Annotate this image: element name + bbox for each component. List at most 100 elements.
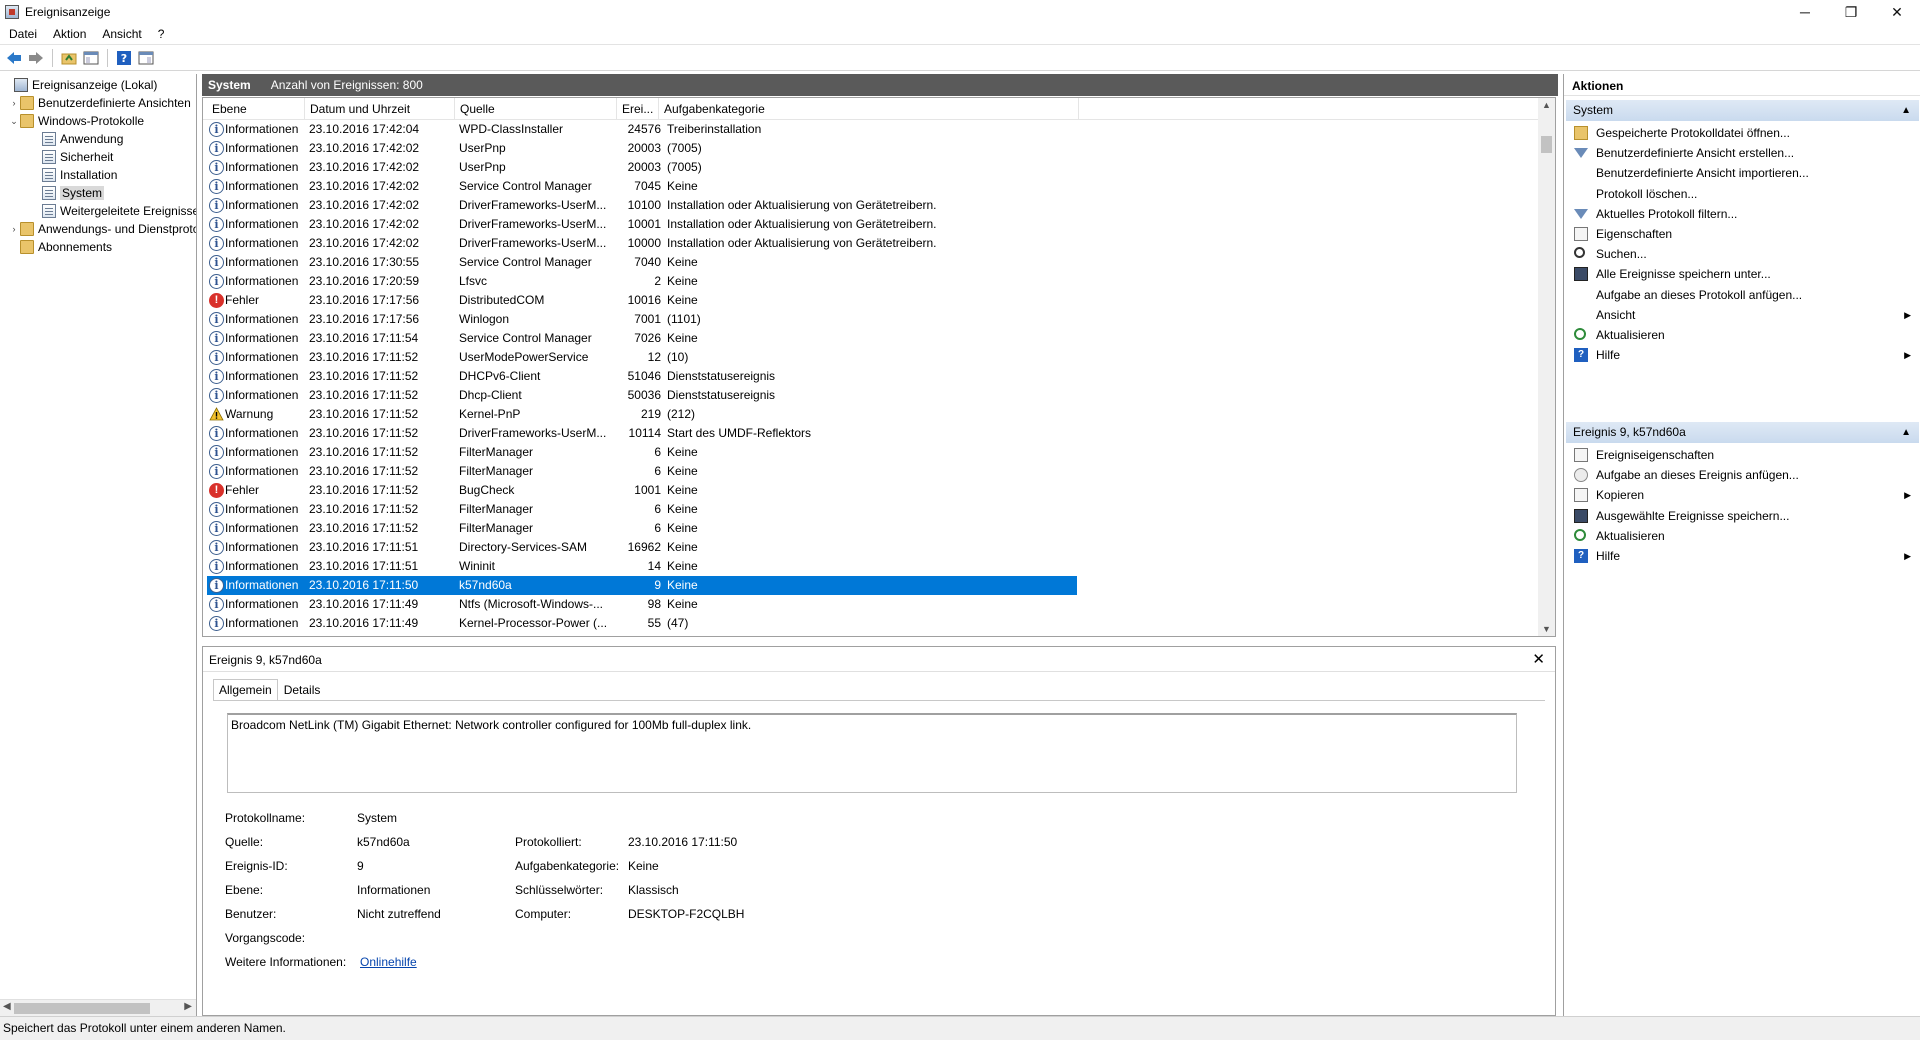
tree-item-setup[interactable]: Installation — [30, 166, 117, 184]
collapse-arrow-icon[interactable]: ▲ — [1901, 422, 1911, 443]
event-row[interactable]: i Informationen 23.10.2016 17:11:52 Dhcp-Cl… — [207, 386, 1077, 405]
collapse-arrow-icon[interactable]: ▲ — [1901, 100, 1911, 121]
cell-level: Informationen — [225, 236, 299, 250]
chevron-down-icon[interactable]: ⌄ — [8, 116, 20, 127]
scroll-down-arrow-icon[interactable]: ▼ — [1542, 624, 1551, 634]
action-item[interactable]: Ereigniseigenschaften — [1566, 445, 1919, 465]
action-item[interactable]: Kopieren ▶ — [1566, 485, 1919, 505]
event-row[interactable]: i Informationen 23.10.2016 17:11:51 Directo… — [207, 538, 1077, 557]
scrollbar-thumb[interactable] — [1541, 136, 1552, 153]
column-header-date[interactable]: Datum und Uhrzeit — [305, 98, 455, 120]
event-row[interactable]: i Informationen 23.10.2016 17:17:56 Winlogo… — [207, 310, 1077, 329]
event-row[interactable]: i Informationen 23.10.2016 17:42:02 UserPnp… — [207, 139, 1077, 158]
action-item[interactable]: Benutzerdefinierte Ansicht importieren..… — [1566, 163, 1919, 183]
actions-section-system[interactable]: System ▲ — [1566, 100, 1919, 121]
back-arrow-icon[interactable] — [4, 48, 24, 68]
column-header-event-id[interactable]: Erei... — [617, 98, 659, 120]
show-hide-console-tree-icon[interactable] — [81, 48, 101, 68]
tree-item-subscriptions[interactable]: Abonnements — [8, 238, 112, 256]
action-item[interactable]: ? Hilfe ▶ — [1566, 546, 1919, 566]
event-row[interactable]: i Informationen 23.10.2016 17:42:02 DriverF… — [207, 196, 1077, 215]
action-item[interactable]: Protokoll löschen... — [1566, 184, 1919, 204]
cell-date: 23.10.2016 17:20:59 — [309, 274, 420, 288]
warning-icon — [209, 407, 224, 422]
minimize-button[interactable]: ─ — [1782, 0, 1828, 24]
action-item[interactable]: Eigenschaften — [1566, 224, 1919, 244]
event-row[interactable]: i Informationen 23.10.2016 17:11:52 FilterM… — [207, 462, 1077, 481]
event-row[interactable]: i Informationen 23.10.2016 17:11:52 FilterM… — [207, 519, 1077, 538]
tree-item-windows-logs[interactable]: ⌄ Windows-Protokolle — [8, 112, 144, 130]
event-row[interactable]: ! Fehler 23.10.2016 17:17:56 DistributedCOM… — [207, 291, 1077, 310]
cell-event-id: 6 — [654, 502, 661, 516]
cell-task-category: Installation oder Aktualisierung von Ger… — [667, 236, 937, 250]
event-row[interactable]: Warnung 23.10.2016 17:11:52 Kernel-PnP 219 (… — [207, 405, 1077, 424]
event-row[interactable]: i Informationen 23.10.2016 17:11:52 UserMod… — [207, 348, 1077, 367]
event-row[interactable]: ! Fehler 23.10.2016 17:11:52 BugCheck 1001 Ke… — [207, 481, 1077, 500]
online-help-link[interactable]: Onlinehilfe — [360, 955, 417, 969]
tab-details[interactable]: Details — [278, 679, 327, 701]
tree-item-application[interactable]: Anwendung — [30, 130, 123, 148]
menu-ansicht[interactable]: Ansicht — [93, 27, 148, 41]
close-icon[interactable]: ✕ — [1532, 650, 1545, 668]
event-row[interactable]: i Informationen 23.10.2016 17:30:55 Service… — [207, 253, 1077, 272]
action-item[interactable]: Ausgewählte Ereignisse speichern... — [1566, 506, 1919, 526]
scroll-left-arrow-icon[interactable]: ◀ — [3, 1001, 11, 1012]
action-item[interactable]: Aktualisieren — [1566, 325, 1919, 345]
column-header-task-category[interactable]: Aufgabenkategorie — [659, 98, 1079, 120]
action-item[interactable]: Aktualisieren — [1566, 526, 1919, 546]
up-folder-icon[interactable] — [59, 48, 79, 68]
chevron-right-icon[interactable]: › — [8, 224, 20, 234]
action-item[interactable]: Benutzerdefinierte Ansicht erstellen... — [1566, 143, 1919, 163]
menu-help[interactable]: ? — [149, 27, 172, 41]
close-button[interactable]: ✕ — [1874, 0, 1920, 24]
action-item[interactable]: Ansicht ▶ — [1566, 305, 1919, 325]
tree-item-root[interactable]: Ereignisanzeige (Lokal) — [2, 76, 157, 94]
event-row[interactable]: i Informationen 23.10.2016 17:11:52 DriverF… — [207, 424, 1077, 443]
chevron-right-icon[interactable]: › — [8, 98, 20, 108]
help-icon[interactable]: ? — [114, 48, 134, 68]
menu-datei[interactable]: Datei — [0, 27, 44, 41]
action-item[interactable]: Aufgabe an dieses Ereignis anfügen... — [1566, 465, 1919, 485]
event-row[interactable]: i Informationen 23.10.2016 17:42:02 DriverF… — [207, 215, 1077, 234]
event-list-vertical-scrollbar[interactable]: ▲ ▼ — [1538, 98, 1555, 636]
event-message-box[interactable]: Broadcom NetLink (TM) Gigabit Ethernet: … — [227, 713, 1517, 793]
show-hide-action-pane-icon[interactable] — [136, 48, 156, 68]
event-row[interactable]: i Informationen 23.10.2016 17:42:04 WPD-Cla… — [207, 120, 1077, 139]
menu-aktion[interactable]: Aktion — [44, 27, 93, 41]
action-item[interactable]: Suchen... — [1566, 244, 1919, 264]
event-row[interactable]: i Informationen 23.10.2016 17:11:52 FilterM… — [207, 443, 1077, 462]
scrollbar-thumb[interactable] — [14, 1003, 150, 1014]
value-computer: DESKTOP-F2CQLBH — [628, 907, 745, 921]
action-item[interactable]: Aktuelles Protokoll filtern... — [1566, 204, 1919, 224]
tab-allgemein[interactable]: Allgemein — [213, 679, 278, 701]
event-row[interactable]: i Informationen 23.10.2016 17:11:54 Service… — [207, 329, 1077, 348]
actions-section-event[interactable]: Ereignis 9, k57nd60a ▲ — [1566, 422, 1919, 443]
event-row[interactable]: i Informationen 23.10.2016 17:11:52 FilterM… — [207, 500, 1077, 519]
action-item[interactable]: Alle Ereignisse speichern unter... — [1566, 264, 1919, 284]
event-row[interactable]: i Informationen 23.10.2016 17:42:02 DriverF… — [207, 234, 1077, 253]
event-row[interactable]: i Informationen 23.10.2016 17:20:59 Lfsvc 2 K… — [207, 272, 1077, 291]
cell-level: Fehler — [225, 483, 260, 497]
scroll-right-arrow-icon[interactable]: ▶ — [184, 1001, 192, 1012]
tree-horizontal-scrollbar[interactable]: ◀ ▶ — [0, 999, 196, 1016]
tree-item-security[interactable]: Sicherheit — [30, 148, 113, 166]
event-row[interactable]: i Informationen 23.10.2016 17:11:49 Ntfs (M… — [207, 595, 1077, 614]
scroll-up-arrow-icon[interactable]: ▲ — [1542, 100, 1551, 110]
action-item[interactable]: Aufgabe an dieses Protokoll anfügen... — [1566, 285, 1919, 305]
event-row[interactable]: i Informationen 23.10.2016 17:11:52 DHCPv6-… — [207, 367, 1077, 386]
event-row[interactable]: i Informationen 23.10.2016 17:42:02 Service… — [207, 177, 1077, 196]
action-item[interactable]: Gespeicherte Protokolldatei öffnen... — [1566, 123, 1919, 143]
tree-item-app-service-logs[interactable]: › Anwendungs- und Dienstprotokolle — [8, 220, 196, 238]
column-header-source[interactable]: Quelle — [455, 98, 617, 120]
maximize-button[interactable]: ❐ — [1828, 0, 1874, 24]
action-item[interactable]: ? Hilfe ▶ — [1566, 345, 1919, 365]
event-row[interactable]: i Informationen 23.10.2016 17:11:49 Kernel-… — [207, 614, 1077, 633]
tree-item-system[interactable]: System — [30, 184, 105, 202]
column-header-level[interactable]: Ebene — [207, 98, 305, 120]
tree-item-forwarded-events[interactable]: Weitergeleitete Ereignisse — [30, 202, 196, 220]
event-row[interactable]: i Informationen 23.10.2016 17:11:50 k57nd60… — [207, 576, 1077, 595]
event-row[interactable]: i Informationen 23.10.2016 17:11:51 Wininit… — [207, 557, 1077, 576]
event-row[interactable]: i Informationen 23.10.2016 17:42:02 UserPnp… — [207, 158, 1077, 177]
tree-item-custom-views[interactable]: › Benutzerdefinierte Ansichten — [8, 94, 191, 112]
forward-arrow-icon[interactable] — [26, 48, 46, 68]
